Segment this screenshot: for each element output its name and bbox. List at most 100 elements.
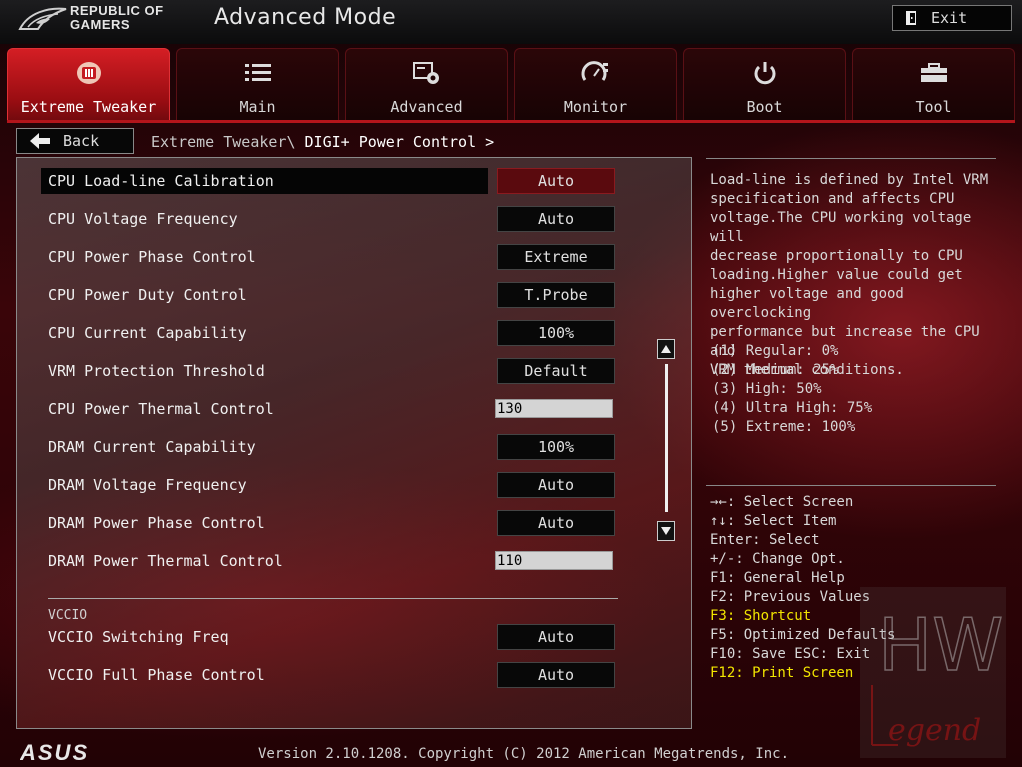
rog-eye-logo-icon bbox=[18, 7, 67, 30]
setting-label[interactable]: VCCIO Switching Freq bbox=[48, 628, 229, 646]
back-arrow-icon bbox=[30, 133, 50, 149]
setting-label[interactable]: VCCIO Full Phase Control bbox=[48, 666, 265, 684]
settings-panel: CPU Load-line Calibration Auto CPU Volta… bbox=[16, 157, 692, 729]
breadcrumb: Extreme Tweaker\ DIGI+ Power Control > bbox=[151, 133, 494, 151]
tab-monitor[interactable]: Monitor bbox=[514, 48, 677, 122]
brand-line-2: GAMERS bbox=[70, 17, 131, 32]
setting-row[interactable]: CPU Power Thermal Control bbox=[17, 396, 617, 422]
back-button[interactable]: Back bbox=[16, 128, 134, 154]
breadcrumb-parent[interactable]: Extreme Tweaker\ bbox=[151, 133, 296, 151]
setting-label[interactable]: CPU Load-line Calibration bbox=[48, 172, 274, 190]
setting-row[interactable]: CPU Current Capability 100% bbox=[17, 320, 617, 346]
setting-row[interactable]: VRM Protection Threshold Default bbox=[17, 358, 617, 384]
setting-value-button[interactable]: Auto bbox=[497, 472, 615, 498]
setting-label[interactable]: DRAM Power Phase Control bbox=[48, 514, 265, 532]
extreme-tweaker-icon bbox=[74, 59, 104, 87]
asus-logo: ASUS bbox=[20, 741, 89, 763]
setting-row[interactable]: DRAM Voltage Frequency Auto bbox=[17, 472, 617, 498]
setting-value-button[interactable]: Auto bbox=[497, 168, 615, 194]
svg-text:HW: HW bbox=[878, 603, 1003, 687]
scroll-up-button[interactable] bbox=[657, 339, 675, 359]
setting-value-button[interactable]: T.Probe bbox=[497, 282, 615, 308]
help-level-item: (1) Regular: 0% bbox=[712, 343, 839, 359]
help-level-item: (2) Medium: 25% bbox=[712, 362, 839, 378]
setting-label[interactable]: CPU Current Capability bbox=[48, 324, 247, 342]
tab-label: Boot bbox=[746, 98, 783, 116]
tab-main[interactable]: Main bbox=[176, 48, 339, 122]
triangle-down-icon bbox=[661, 527, 671, 535]
key-hint: →←: Select Screen bbox=[710, 494, 854, 510]
toolbox-icon bbox=[919, 59, 949, 87]
breadcrumb-current: DIGI+ Power Control > bbox=[304, 133, 495, 151]
setting-value-button[interactable]: Auto bbox=[497, 662, 615, 688]
list-icon bbox=[243, 59, 273, 87]
setting-row[interactable]: CPU Power Duty Control T.Probe bbox=[17, 282, 617, 308]
setting-value-button[interactable]: Auto bbox=[497, 624, 615, 650]
help-levels-list: (1) Regular: 0% (2) Medium: 25% (3) High… bbox=[712, 342, 872, 437]
page-title: Advanced Mode bbox=[214, 5, 397, 30]
setting-value-button[interactable]: Auto bbox=[497, 510, 615, 536]
setting-row[interactable]: CPU Load-line Calibration Auto bbox=[17, 168, 617, 194]
setting-value-button[interactable]: Default bbox=[497, 358, 615, 384]
setting-row[interactable]: CPU Voltage Frequency Auto bbox=[17, 206, 617, 232]
monitor-gauge-icon bbox=[581, 59, 611, 87]
tab-advanced[interactable]: Advanced bbox=[345, 48, 508, 122]
setting-label[interactable]: DRAM Voltage Frequency bbox=[48, 476, 247, 494]
setting-value-button[interactable]: Extreme bbox=[497, 244, 615, 270]
setting-row[interactable]: VCCIO Switching Freq Auto bbox=[17, 624, 617, 650]
setting-row[interactable]: DRAM Current Capability 100% bbox=[17, 434, 617, 460]
setting-label[interactable]: CPU Voltage Frequency bbox=[48, 210, 238, 228]
section-title: VCCIO bbox=[48, 608, 88, 623]
key-hint: +/-: Change Opt. bbox=[710, 551, 845, 567]
setting-value-button[interactable]: Auto bbox=[497, 206, 615, 232]
brand-name: REPUBLIC OF GAMERS bbox=[70, 4, 164, 32]
setting-label[interactable]: DRAM Power Thermal Control bbox=[48, 552, 283, 570]
main-tabs: Extreme Tweaker Main Advanced Monitor Bo… bbox=[7, 48, 1015, 122]
key-hint: ↑↓: Select Item bbox=[710, 513, 837, 529]
tab-label: Tool bbox=[915, 98, 952, 116]
setting-label[interactable]: CPU Power Duty Control bbox=[48, 286, 247, 304]
setting-label[interactable]: CPU Power Phase Control bbox=[48, 248, 256, 266]
setting-label[interactable]: DRAM Current Capability bbox=[48, 438, 256, 456]
advanced-settings-icon bbox=[412, 59, 442, 87]
tab-label: Monitor bbox=[563, 98, 628, 116]
setting-row[interactable]: CPU Power Phase Control Extreme bbox=[17, 244, 617, 270]
section-divider bbox=[48, 598, 618, 599]
tab-extreme-tweaker[interactable]: Extreme Tweaker bbox=[7, 48, 170, 122]
svg-text:ASUS: ASUS bbox=[20, 741, 89, 763]
back-label: Back bbox=[63, 132, 100, 150]
setting-row[interactable]: DRAM Power Thermal Control bbox=[17, 548, 617, 574]
setting-row[interactable]: DRAM Power Phase Control Auto bbox=[17, 510, 617, 536]
setting-number-input[interactable] bbox=[495, 399, 613, 418]
brand-line-1: REPUBLIC OF bbox=[70, 3, 164, 18]
help-level-item: (4) Ultra High: 75% bbox=[712, 400, 873, 416]
power-icon bbox=[750, 59, 780, 87]
help-divider-middle bbox=[706, 485, 996, 486]
tab-tool[interactable]: Tool bbox=[852, 48, 1015, 122]
tab-label: Extreme Tweaker bbox=[20, 98, 157, 116]
help-divider-top bbox=[706, 158, 996, 159]
scroll-down-button[interactable] bbox=[657, 521, 675, 541]
setting-value-button[interactable]: 100% bbox=[497, 320, 615, 346]
setting-row[interactable]: VCCIO Full Phase Control Auto bbox=[17, 662, 617, 688]
setting-label[interactable]: VRM Protection Threshold bbox=[48, 362, 265, 380]
svg-text:egend: egend bbox=[888, 713, 981, 748]
tab-underline bbox=[7, 120, 1015, 123]
exit-label: Exit bbox=[931, 9, 968, 27]
setting-label[interactable]: CPU Power Thermal Control bbox=[48, 400, 274, 418]
hwlegend-watermark-logo: HW egend bbox=[860, 587, 1006, 758]
setting-number-input[interactable] bbox=[495, 551, 613, 570]
help-level-item: (3) High: 50% bbox=[712, 381, 822, 397]
help-level-item: (5) Extreme: 100% bbox=[712, 419, 856, 435]
triangle-up-icon bbox=[661, 345, 671, 353]
tab-label: Advanced bbox=[390, 98, 463, 116]
tab-boot[interactable]: Boot bbox=[683, 48, 846, 122]
key-hint: Enter: Select bbox=[710, 532, 820, 548]
version-copyright: Version 2.10.1208. Copyright (C) 2012 Am… bbox=[258, 746, 790, 762]
tab-label: Main bbox=[239, 98, 276, 116]
scrollbar-track[interactable] bbox=[665, 364, 668, 512]
door-exit-icon bbox=[906, 11, 916, 25]
setting-value-button[interactable]: 100% bbox=[497, 434, 615, 460]
header-bar: REPUBLIC OF GAMERS Advanced Mode Exit bbox=[0, 0, 1022, 44]
exit-button[interactable]: Exit bbox=[892, 5, 1012, 31]
